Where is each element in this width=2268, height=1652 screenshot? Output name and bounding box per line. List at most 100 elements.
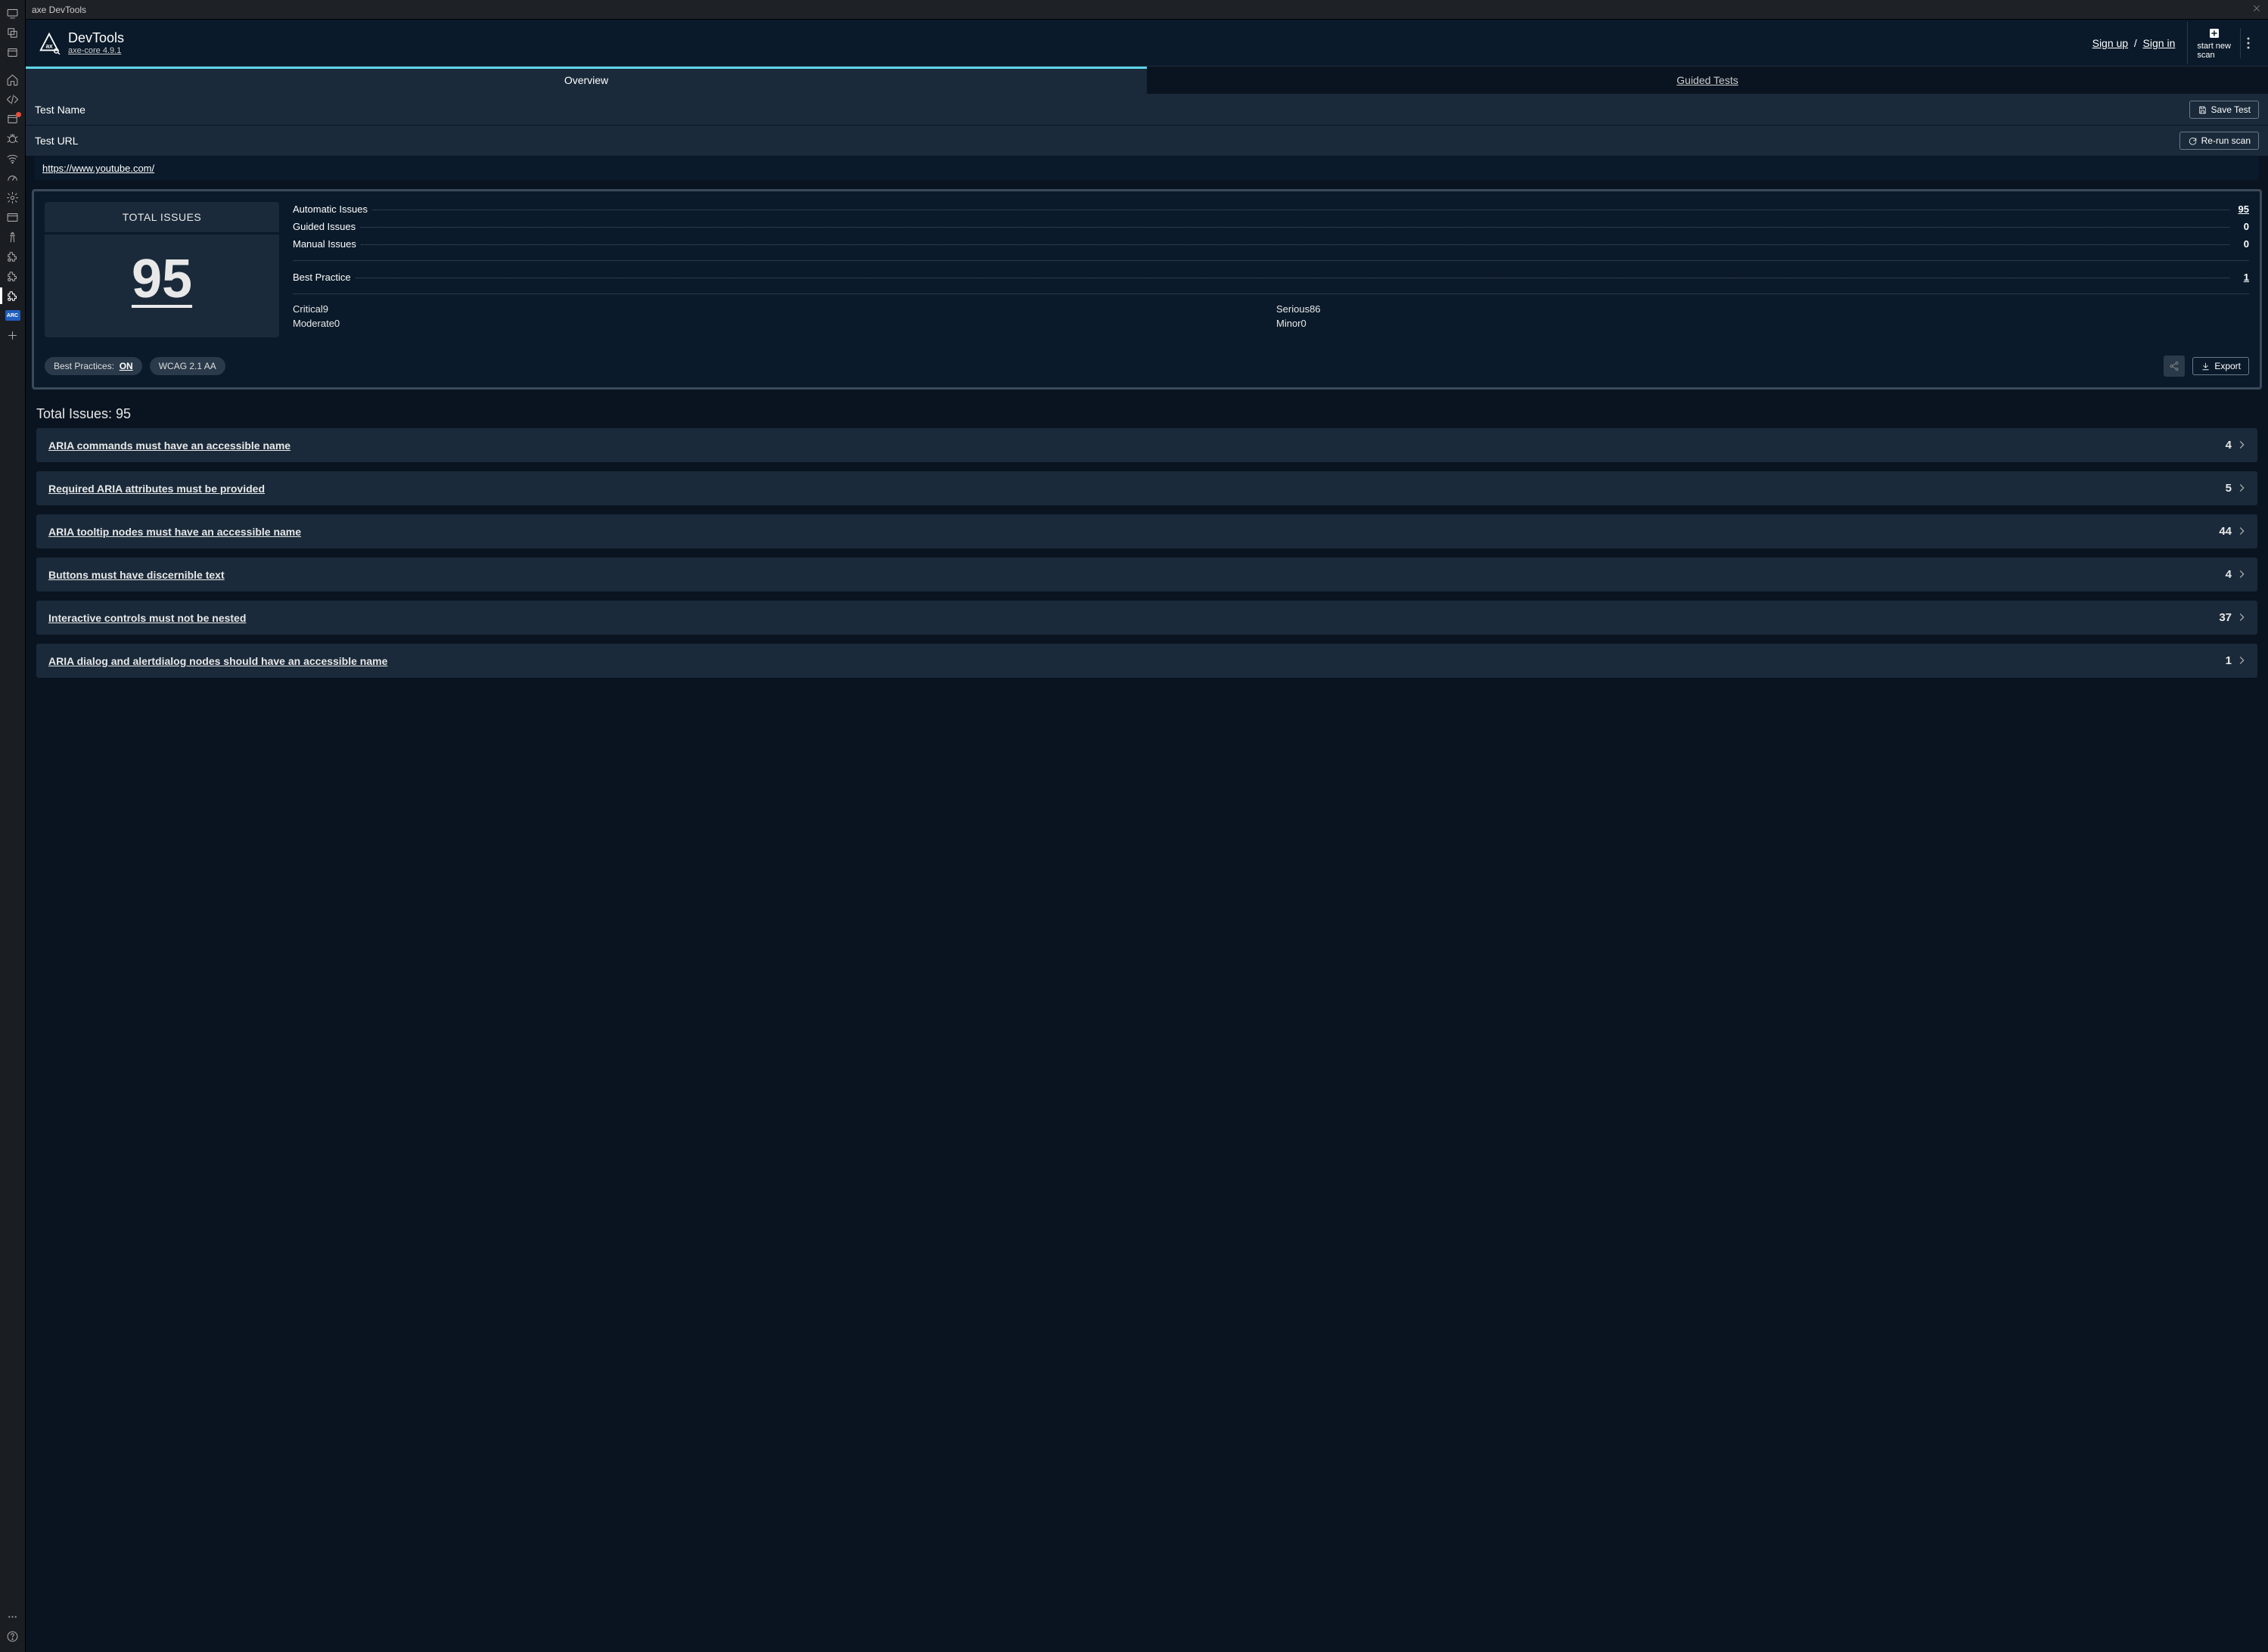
device-icon[interactable] bbox=[0, 3, 26, 23]
issue-count: 4 bbox=[2226, 568, 2239, 581]
issue-count: 1 bbox=[2226, 654, 2239, 667]
main-tabs: Overview Guided Tests bbox=[26, 67, 2268, 95]
panel-titlebar: axe DevTools bbox=[26, 0, 2268, 20]
rerun-scan-button[interactable]: Re-run scan bbox=[2179, 132, 2259, 150]
issue-row[interactable]: ARIA tooltip nodes must have an accessib… bbox=[36, 514, 2257, 548]
moderate-label: Moderate bbox=[293, 318, 334, 329]
chevron-right-icon bbox=[2239, 526, 2245, 537]
total-issues-value[interactable]: 95 bbox=[45, 234, 279, 315]
recorder-icon[interactable] bbox=[0, 109, 26, 129]
add-tab-icon[interactable] bbox=[0, 325, 26, 345]
automatic-issues-value[interactable]: 95 bbox=[2234, 203, 2249, 215]
issue-row[interactable]: ARIA dialog and alertdialog nodes should… bbox=[36, 644, 2257, 678]
issue-row[interactable]: ARIA commands must have an accessible na… bbox=[36, 428, 2257, 462]
critical-value[interactable]: 9 bbox=[323, 303, 328, 315]
issue-title[interactable]: ARIA tooltip nodes must have an accessib… bbox=[48, 526, 301, 538]
refresh-icon bbox=[2188, 136, 2198, 146]
issue-title[interactable]: ARIA dialog and alertdialog nodes should… bbox=[48, 655, 387, 667]
issues-list: ARIA commands must have an accessible na… bbox=[26, 428, 2268, 678]
performance-icon[interactable] bbox=[0, 168, 26, 188]
issue-title[interactable]: Required ARIA attributes must be provide… bbox=[48, 483, 265, 495]
issue-title[interactable]: Buttons must have discernible text bbox=[48, 569, 225, 581]
serious-value[interactable]: 86 bbox=[1310, 303, 1320, 315]
manual-issues-value: 0 bbox=[2234, 238, 2249, 250]
moderate-value: 0 bbox=[334, 318, 340, 329]
issue-count: 37 bbox=[2219, 611, 2239, 624]
guided-issues-value: 0 bbox=[2234, 221, 2249, 232]
signin-link[interactable]: Sign in bbox=[2143, 37, 2176, 49]
bug-icon[interactable] bbox=[0, 129, 26, 148]
brand-logo: ax DevTools axe-core 4.9.1 bbox=[38, 30, 124, 55]
wcag-pill[interactable]: WCAG 2.1 AA bbox=[150, 357, 225, 375]
plus-square-icon bbox=[2207, 26, 2221, 40]
test-url-row: Test URL Re-run scan bbox=[26, 126, 2268, 157]
save-test-button[interactable]: Save Test bbox=[2189, 101, 2259, 119]
minor-label: Minor bbox=[1276, 318, 1301, 329]
critical-label: Critical bbox=[293, 303, 323, 315]
lighthouse-icon[interactable] bbox=[0, 227, 26, 247]
devtools-sidebar: ARC bbox=[0, 0, 26, 1652]
chevron-right-icon bbox=[2239, 483, 2245, 494]
extension-icon[interactable] bbox=[0, 247, 26, 266]
chevron-right-icon bbox=[2239, 569, 2245, 580]
arc-icon[interactable]: ARC bbox=[0, 306, 26, 325]
url-link[interactable]: https://www.youtube.com/ bbox=[42, 163, 154, 174]
axe-devtools-tab-icon[interactable] bbox=[0, 286, 26, 306]
issue-count: 44 bbox=[2219, 525, 2239, 538]
chevron-right-icon bbox=[2239, 612, 2245, 623]
panel-icon[interactable] bbox=[0, 207, 26, 227]
issues-list-header: Total Issues: 95 bbox=[26, 396, 2268, 428]
copy-icon[interactable] bbox=[0, 23, 26, 42]
summary-stats: Automatic Issues 95 Guided Issues 0 Manual… bbox=[293, 202, 2249, 337]
serious-label: Serious bbox=[1276, 303, 1310, 315]
download-icon bbox=[2201, 362, 2211, 371]
more-icon[interactable] bbox=[0, 1607, 26, 1626]
issue-row[interactable]: Required ARIA attributes must be provide… bbox=[36, 471, 2257, 505]
issue-title[interactable]: Interactive controls must not be nested bbox=[48, 612, 246, 624]
extension-icon-2[interactable] bbox=[0, 266, 26, 286]
tab-guided-tests[interactable]: Guided Tests bbox=[1147, 67, 2268, 95]
start-new-scan-button[interactable]: start newscan bbox=[2187, 22, 2240, 64]
best-practice-label: Best Practice bbox=[293, 272, 351, 283]
guided-issues-label: Guided Issues bbox=[293, 221, 356, 232]
issue-title[interactable]: ARIA commands must have an accessible na… bbox=[48, 439, 290, 452]
gear-icon[interactable] bbox=[0, 188, 26, 207]
test-url-label: Test URL bbox=[35, 135, 79, 147]
code-icon[interactable] bbox=[0, 89, 26, 109]
axe-logo-icon: ax bbox=[38, 32, 61, 54]
total-issues-box: TOTAL ISSUES 95 bbox=[45, 202, 279, 337]
help-icon[interactable] bbox=[0, 1626, 26, 1646]
summary-card: TOTAL ISSUES 95 Automatic Issues 95 Guide… bbox=[32, 189, 2262, 390]
best-practices-pill[interactable]: Best Practices: ON bbox=[45, 357, 142, 375]
issue-count: 5 bbox=[2226, 482, 2239, 495]
signup-link[interactable]: Sign up bbox=[2092, 37, 2128, 49]
panel-title: axe DevTools bbox=[32, 5, 86, 15]
export-button[interactable]: Export bbox=[2192, 357, 2249, 375]
tab-overview[interactable]: Overview bbox=[26, 67, 1147, 95]
issue-count: 4 bbox=[2226, 439, 2239, 452]
issue-row[interactable]: Buttons must have discernible text 4 bbox=[36, 557, 2257, 592]
test-name-label: Test Name bbox=[35, 104, 85, 116]
issue-row[interactable]: Interactive controls must not be nested 3… bbox=[36, 601, 2257, 635]
minor-value: 0 bbox=[1301, 318, 1306, 329]
best-practice-value[interactable]: 1 bbox=[2234, 272, 2249, 283]
chevron-right-icon bbox=[2239, 439, 2245, 451]
test-url-value: https://www.youtube.com/ bbox=[35, 157, 2259, 180]
chevron-right-icon bbox=[2239, 655, 2245, 666]
brand-subtitle[interactable]: axe-core 4.9.1 bbox=[68, 46, 124, 55]
wifi-icon[interactable] bbox=[0, 148, 26, 168]
automatic-issues-label: Automatic Issues bbox=[293, 203, 368, 215]
window-icon[interactable] bbox=[0, 42, 26, 62]
manual-issues-label: Manual Issues bbox=[293, 238, 356, 250]
test-name-row: Test Name Save Test bbox=[26, 95, 2268, 126]
brand-name: DevTools bbox=[68, 30, 124, 46]
close-icon[interactable] bbox=[2251, 3, 2262, 16]
total-issues-label: TOTAL ISSUES bbox=[45, 202, 279, 234]
share-icon[interactable] bbox=[2164, 356, 2185, 377]
save-icon bbox=[2198, 105, 2207, 115]
auth-links: Sign up / Sign in bbox=[2092, 37, 2188, 49]
app-header: ax DevTools axe-core 4.9.1 Sign up / Sig… bbox=[26, 20, 2268, 67]
svg-text:ax: ax bbox=[45, 42, 53, 49]
kebab-menu-icon[interactable] bbox=[2240, 28, 2256, 58]
home-icon[interactable] bbox=[0, 70, 26, 89]
